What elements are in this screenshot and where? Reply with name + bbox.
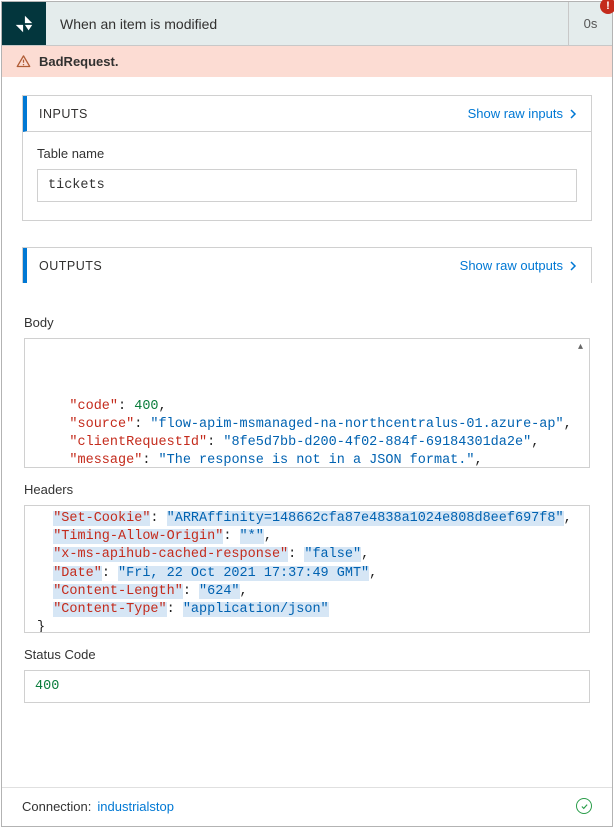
show-raw-outputs-label: Show raw outputs	[460, 258, 563, 273]
outputs-header: OUTPUTS Show raw outputs	[23, 248, 591, 283]
footer: Connection: industrialstop	[2, 787, 612, 826]
body-code-box[interactable]: ▴ "code": 400, "source": "flow-apim-msma…	[24, 338, 590, 468]
show-raw-inputs-button[interactable]: Show raw inputs	[468, 106, 579, 121]
success-check-icon	[576, 798, 592, 814]
panel-body: INPUTS Show raw inputs Table name OUTPUT…	[2, 77, 612, 787]
inputs-section: INPUTS Show raw inputs Table name	[22, 95, 592, 221]
connection-label: Connection:	[22, 799, 91, 814]
inputs-title: INPUTS	[39, 107, 468, 121]
headers-code-box[interactable]: "Set-Cookie": "ARRAffinity=148662cfa87e4…	[24, 505, 590, 633]
scroll-up-icon[interactable]: ▴	[573, 341, 588, 355]
status-code-label: Status Code	[24, 647, 590, 662]
warning-icon	[16, 54, 31, 69]
run-details-panel: ! When an item is modified 0s BadRequest…	[1, 1, 613, 827]
error-badge-icon: !	[600, 0, 614, 14]
chevron-right-icon	[567, 259, 579, 273]
show-raw-outputs-button[interactable]: Show raw outputs	[460, 258, 579, 273]
error-banner: BadRequest.	[2, 46, 612, 77]
chevron-right-icon	[567, 107, 579, 121]
step-title: When an item is modified	[46, 2, 568, 45]
table-name-label: Table name	[37, 146, 577, 161]
inputs-header: INPUTS Show raw inputs	[23, 96, 591, 132]
status-code-value: 400	[24, 670, 590, 703]
outputs-section: OUTPUTS Show raw outputs	[22, 247, 592, 283]
show-raw-inputs-label: Show raw inputs	[468, 106, 563, 121]
body-label: Body	[24, 315, 590, 330]
headers-label: Headers	[24, 482, 590, 497]
outputs-title: OUTPUTS	[39, 259, 460, 273]
connector-icon	[2, 2, 46, 45]
error-text: BadRequest.	[39, 54, 118, 69]
connection-link[interactable]: industrialstop	[97, 799, 174, 814]
table-name-value[interactable]	[37, 169, 577, 202]
title-bar: When an item is modified 0s	[2, 2, 612, 46]
